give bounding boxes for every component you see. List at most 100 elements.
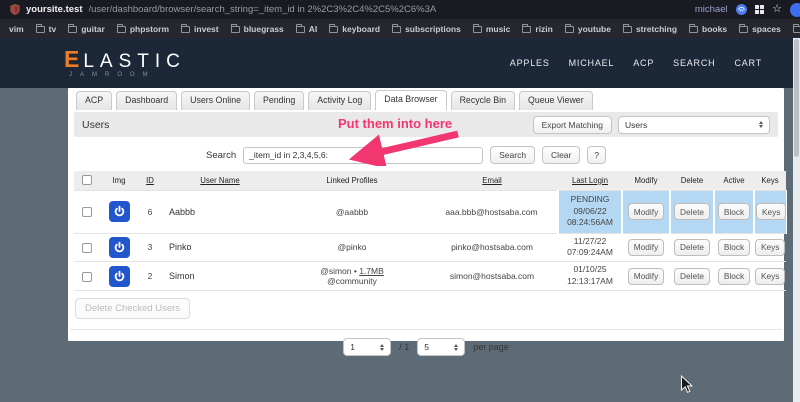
folder-icon xyxy=(473,26,482,33)
table-row: 3 Pinko @pinko pinko@hostsaba.com 11/27/… xyxy=(74,233,786,262)
bookmark-item-rizin[interactable]: rizin xyxy=(522,24,552,34)
search-label: Search xyxy=(206,150,236,161)
modify-button[interactable]: Modify xyxy=(628,268,664,285)
tab-pending[interactable]: Pending xyxy=(254,91,304,110)
bookmark-item-ai[interactable]: AI xyxy=(296,24,318,34)
nav-link-acp[interactable]: ACP xyxy=(633,58,654,68)
block-button[interactable]: Block xyxy=(718,268,750,285)
bookmark-item-phpstorm[interactable]: phpstorm xyxy=(117,24,169,34)
nav-link-search[interactable]: SEARCH xyxy=(673,58,715,68)
table-header-row: Img ID User Name Linked Profiles Email L… xyxy=(74,171,786,190)
col-header-last-login[interactable]: Last Login xyxy=(558,171,622,190)
folder-icon xyxy=(392,26,401,33)
logo-subtitle: JAMROOM xyxy=(64,72,186,78)
bookmark-item-spaces[interactable]: spaces xyxy=(739,24,781,34)
site-logo[interactable]: ELASTIC JAMROOM xyxy=(64,48,186,78)
keys-button[interactable]: Keys xyxy=(755,239,785,256)
export-target-select[interactable]: Users xyxy=(618,116,770,134)
bookmark-item-music[interactable]: music xyxy=(473,24,511,34)
site-header: ELASTIC JAMROOM APPLES MICHAEL ACP SEARC… xyxy=(0,38,800,88)
tab-users-online[interactable]: Users Online xyxy=(181,91,250,110)
col-header-active: Active xyxy=(714,171,754,190)
scrollbar-thumb[interactable] xyxy=(794,39,799,157)
row-checkbox[interactable] xyxy=(82,243,92,253)
block-button[interactable]: Block xyxy=(718,203,750,220)
folder-icon xyxy=(296,26,305,33)
logo-letter: E xyxy=(64,46,83,72)
modify-button[interactable]: Modify xyxy=(628,239,664,256)
delete-button[interactable]: Delete xyxy=(674,268,710,285)
bookmark-item-keyboard[interactable]: keyboard xyxy=(329,24,380,34)
select-all-checkbox[interactable] xyxy=(82,175,92,185)
nav-link-michael[interactable]: MICHAEL xyxy=(569,58,615,68)
table-row: 2 Simon @simon • 1.7MB @community simon@… xyxy=(74,262,786,291)
extensions-grid-icon[interactable] xyxy=(755,5,765,15)
profile-size-link[interactable]: 1.7MB xyxy=(359,266,384,276)
tab-recycle-bin[interactable]: Recycle Bin xyxy=(451,91,515,110)
keys-button[interactable]: Keys xyxy=(755,268,785,285)
user-id: 3 xyxy=(138,233,162,262)
linked-profiles: @aabbb xyxy=(278,190,426,233)
folder-icon xyxy=(565,26,574,33)
export-matching-button[interactable]: Export Matching xyxy=(533,116,612,134)
tab-data-browser[interactable]: Data Browser xyxy=(375,90,446,110)
search-button[interactable]: Search xyxy=(490,146,535,164)
bookmark-star-icon[interactable]: ☆ xyxy=(772,4,782,15)
tab-queue-viewer[interactable]: Queue Viewer xyxy=(519,91,593,110)
user-power-icon[interactable] xyxy=(109,266,130,287)
bookmark-item-invest[interactable]: invest xyxy=(181,24,219,34)
bookmark-item-tv[interactable]: tv xyxy=(36,24,57,34)
col-header-linked-profiles: Linked Profiles xyxy=(278,171,426,190)
users-table: Img ID User Name Linked Profiles Email L… xyxy=(74,171,787,291)
user-name: Aabbb xyxy=(162,190,278,233)
browser-window: yoursite.test /user/dashboard/browser/se… xyxy=(0,0,800,402)
bookmark-item-subscriptions[interactable]: subscriptions xyxy=(392,24,461,34)
keys-button[interactable]: Keys xyxy=(756,203,786,220)
user-id: 6 xyxy=(138,190,162,233)
page-select[interactable]: 1 xyxy=(343,338,391,356)
col-header-id[interactable]: ID xyxy=(138,171,162,190)
bookmark-item-books[interactable]: books xyxy=(689,24,727,34)
delete-button[interactable]: Delete xyxy=(674,239,710,256)
folder-icon xyxy=(231,26,240,33)
bookmark-item-bluegrass[interactable]: bluegrass xyxy=(231,24,284,34)
col-header-email[interactable]: Email xyxy=(426,171,558,190)
delete-checked-users-button[interactable]: Delete Checked Users xyxy=(75,298,190,319)
folder-icon xyxy=(181,26,190,33)
user-power-icon[interactable] xyxy=(109,237,130,258)
browser-profile-name[interactable]: michael xyxy=(695,4,728,15)
modify-button[interactable]: Modify xyxy=(628,203,664,220)
folder-icon xyxy=(739,26,748,33)
row-checkbox[interactable] xyxy=(82,272,92,282)
tab-acp[interactable]: ACP xyxy=(76,91,112,110)
folder-icon xyxy=(117,26,126,33)
bookmark-item-mac[interactable]: mac xyxy=(793,24,800,34)
row-checkbox[interactable] xyxy=(82,207,92,217)
page-scrollbar[interactable] xyxy=(793,38,800,402)
user-power-icon[interactable] xyxy=(109,201,130,222)
block-button[interactable]: Block xyxy=(718,239,750,256)
fingerprint-icon[interactable] xyxy=(736,4,747,15)
search-row: Search Search Clear ? xyxy=(206,146,778,164)
col-header-user-name[interactable]: User Name xyxy=(162,171,278,190)
bookmark-item-youtube[interactable]: youtube xyxy=(565,24,611,34)
nav-link-apples[interactable]: APPLES xyxy=(510,58,550,68)
last-login-cell: 01/10/25 12:13:17AM xyxy=(558,262,622,291)
bookmark-item-vim[interactable]: vim xyxy=(9,24,24,34)
clear-button[interactable]: Clear xyxy=(542,146,580,164)
help-button[interactable]: ? xyxy=(587,146,606,164)
tab-dashboard[interactable]: Dashboard xyxy=(116,91,177,110)
folder-icon xyxy=(689,26,698,33)
site-security-shield-icon xyxy=(10,4,20,15)
tab-activity-log[interactable]: Activity Log xyxy=(308,91,371,110)
nav-link-cart[interactable]: CART xyxy=(734,58,762,68)
last-login-cell: PENDING 09/06/22 08:24:56AM xyxy=(558,190,622,233)
select-all-header[interactable] xyxy=(74,171,100,190)
bookmark-item-stretching[interactable]: stretching xyxy=(623,24,677,34)
table-row: 6 Aabbb @aabbb aaa.bbb@hostsaba.com PEND… xyxy=(74,190,786,233)
per-page-select[interactable]: 5 xyxy=(417,338,465,356)
delete-button[interactable]: Delete xyxy=(674,203,710,220)
browser-url-bar[interactable]: yoursite.test /user/dashboard/browser/se… xyxy=(0,0,800,19)
browser-avatar[interactable] xyxy=(790,3,800,17)
bookmark-item-guitar[interactable]: guitar xyxy=(68,24,105,34)
